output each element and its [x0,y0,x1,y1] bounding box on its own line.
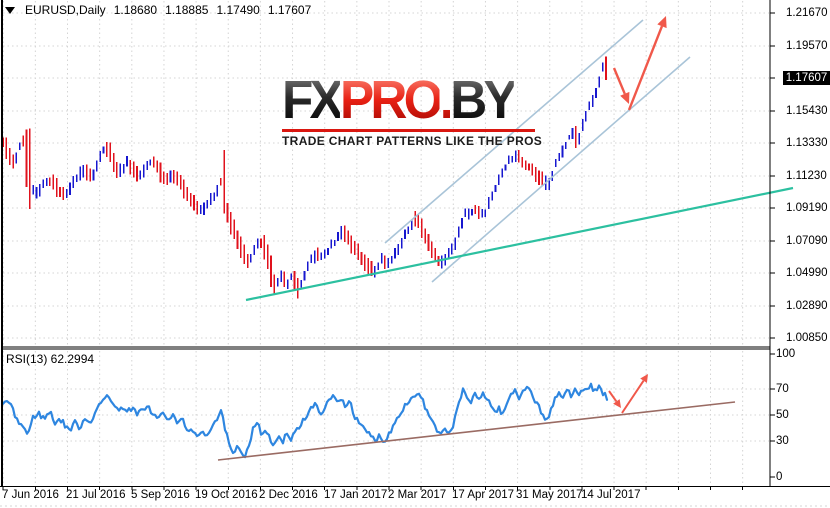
logo-fx: FX [282,70,344,130]
ohlc-close: 1.17607 [267,3,312,17]
fxpro-watermark: FXPRO.BY TRADE CHART PATTERNS LIKE THE P… [282,73,543,148]
ohlc-low: 1.17490 [216,3,260,17]
mt4-chart-window: EURUSD,Daily 1.18680 1.18885 1.17490 1.1… [0,0,830,508]
symbol-marker-icon [5,6,15,14]
symbol-period-label: EURUSD,Daily [25,3,106,17]
logo-by: BY [450,70,517,130]
current-price-tag: 1.17607 [783,71,830,85]
logo-tagline: TRADE CHART PATTERNS LIKE THE PROS [282,134,543,148]
indicator-label: RSI(13) 62.2994 [6,352,95,366]
logo-dot: . [439,70,454,130]
ohlc-high: 1.18885 [165,3,209,17]
logo-pro: PRO [339,70,444,130]
fxpro-logo-text: FXPRO.BY [282,73,527,127]
chart-header: EURUSD,Daily 1.18680 1.18885 1.17490 1.1… [5,3,311,17]
ohlc-open: 1.18680 [113,3,158,17]
rsi-plot [1,374,736,461]
